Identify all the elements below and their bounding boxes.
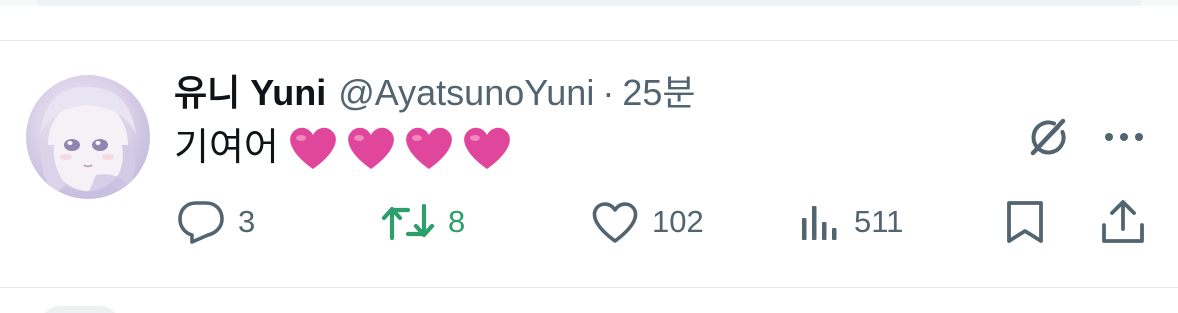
pink-heart-emoji — [290, 127, 336, 169]
tweet-text-content: 기여어 — [174, 127, 279, 169]
separator-dot: · — [602, 72, 615, 113]
like-button[interactable]: 102 — [590, 197, 704, 247]
views-chart-icon — [802, 206, 837, 240]
bookmark-icon — [1007, 201, 1043, 243]
previous-post-edge — [0, 0, 1178, 6]
heart-icon — [592, 202, 638, 243]
pink-heart-emoji — [348, 127, 394, 169]
retweet-icon — [381, 203, 435, 241]
share-icon — [1102, 200, 1144, 243]
more-options-icon[interactable] — [1098, 113, 1150, 161]
share-button[interactable] — [1098, 197, 1148, 247]
pink-heart-emoji — [464, 127, 510, 169]
like-count: 102 — [652, 204, 704, 239]
emoji-row — [287, 124, 519, 172]
retweet-button[interactable]: 8 — [380, 197, 465, 247]
views-count: 511 — [854, 204, 904, 239]
next-tweet-avatar[interactable] — [40, 306, 120, 313]
display-name[interactable]: 유니 Yuni — [174, 71, 326, 115]
timestamp[interactable]: 25분 — [622, 71, 695, 115]
reply-count: 3 — [238, 204, 256, 239]
tweet-text: 기여어 — [174, 123, 519, 173]
user-handle[interactable]: @AyatsunoYuni — [338, 71, 594, 115]
action-bar: 3 8 102 511 — [0, 197, 1178, 247]
divider — [0, 287, 1178, 288]
pink-heart-emoji — [406, 127, 452, 169]
retweet-count: 8 — [448, 204, 466, 239]
bookmark-button[interactable] — [1000, 197, 1050, 247]
reply-icon — [178, 201, 224, 244]
avatar[interactable] — [26, 75, 150, 199]
tweet-header: 유니 Yuni @AyatsunoYuni · 25분 — [174, 71, 695, 115]
reply-button[interactable]: 3 — [176, 197, 255, 247]
grok-icon[interactable] — [1024, 113, 1072, 161]
tweet[interactable]: 유니 Yuni @AyatsunoYuni · 25분 기여어 3 8 102 … — [0, 41, 1178, 287]
views-button[interactable]: 511 — [798, 197, 903, 247]
